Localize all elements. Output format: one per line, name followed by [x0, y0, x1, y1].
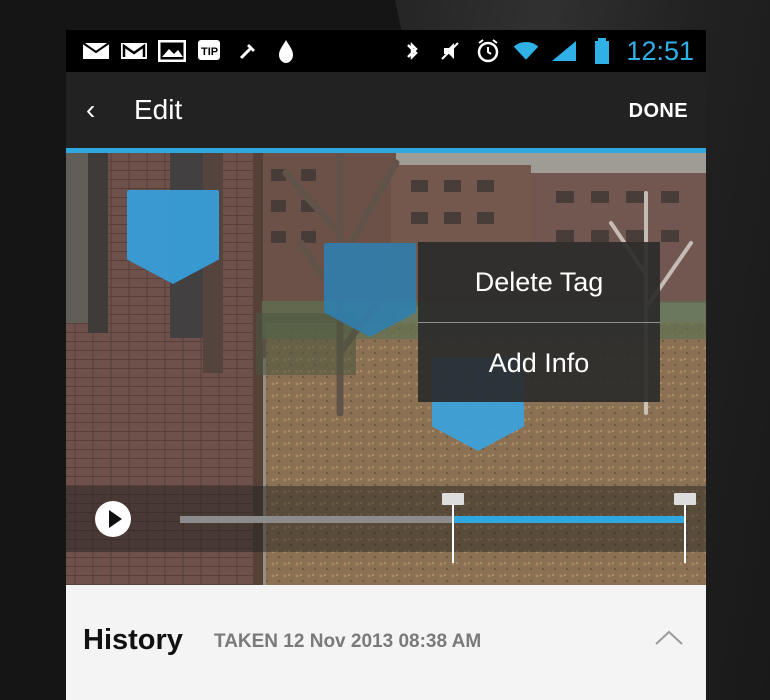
svg-text:TIP: TIP [201, 46, 218, 58]
battery-icon [588, 38, 616, 64]
history-panel: History TAKEN 12 Nov 2013 08:38 AM [66, 585, 706, 700]
alarm-icon [474, 38, 502, 64]
tip-icon: TIP [196, 38, 224, 64]
trim-end-line [684, 505, 686, 563]
tag-context-menu: Delete Tag Add Info [418, 242, 660, 402]
signal-icon [550, 38, 578, 64]
back-button[interactable]: ‹ [86, 92, 116, 128]
timeline-track[interactable] [180, 516, 685, 523]
phone-screen: TIP 12:51 ‹ Edit DONE Delete Tag Add Inf… [66, 30, 706, 700]
status-bar: TIP 12:51 [66, 30, 706, 72]
add-info-menu-item[interactable]: Add Info [418, 323, 660, 403]
photo-editor[interactable]: Delete Tag Add Info [66, 153, 706, 585]
status-left-icons: TIP [82, 38, 300, 64]
trim-start-handle[interactable] [441, 493, 464, 505]
status-right-icons: 12:51 [398, 35, 694, 67]
delete-tag-menu-item[interactable]: Delete Tag [418, 242, 660, 322]
trim-end-handle[interactable] [674, 493, 696, 505]
chevron-left-icon: ‹ [86, 94, 96, 125]
email-icon [82, 38, 110, 64]
image-icon [158, 38, 186, 64]
wifi-icon [512, 38, 540, 64]
bluetooth-icon [398, 38, 426, 64]
timeline-selection [452, 516, 685, 523]
gmail-icon [120, 38, 148, 64]
chevron-up-icon[interactable] [654, 624, 684, 654]
page-title: Edit [134, 94, 183, 125]
history-title: History [83, 624, 183, 656]
play-icon[interactable] [95, 501, 131, 537]
mute-icon [436, 38, 464, 64]
status-clock: 12:51 [626, 36, 694, 66]
done-button[interactable]: DONE [629, 97, 688, 125]
history-date: TAKEN 12 Nov 2013 08:38 AM [214, 631, 482, 652]
drop-icon [272, 38, 300, 64]
tool-icon [234, 38, 262, 64]
trim-start-line [451, 505, 454, 563]
action-bar: ‹ Edit DONE [66, 72, 706, 148]
